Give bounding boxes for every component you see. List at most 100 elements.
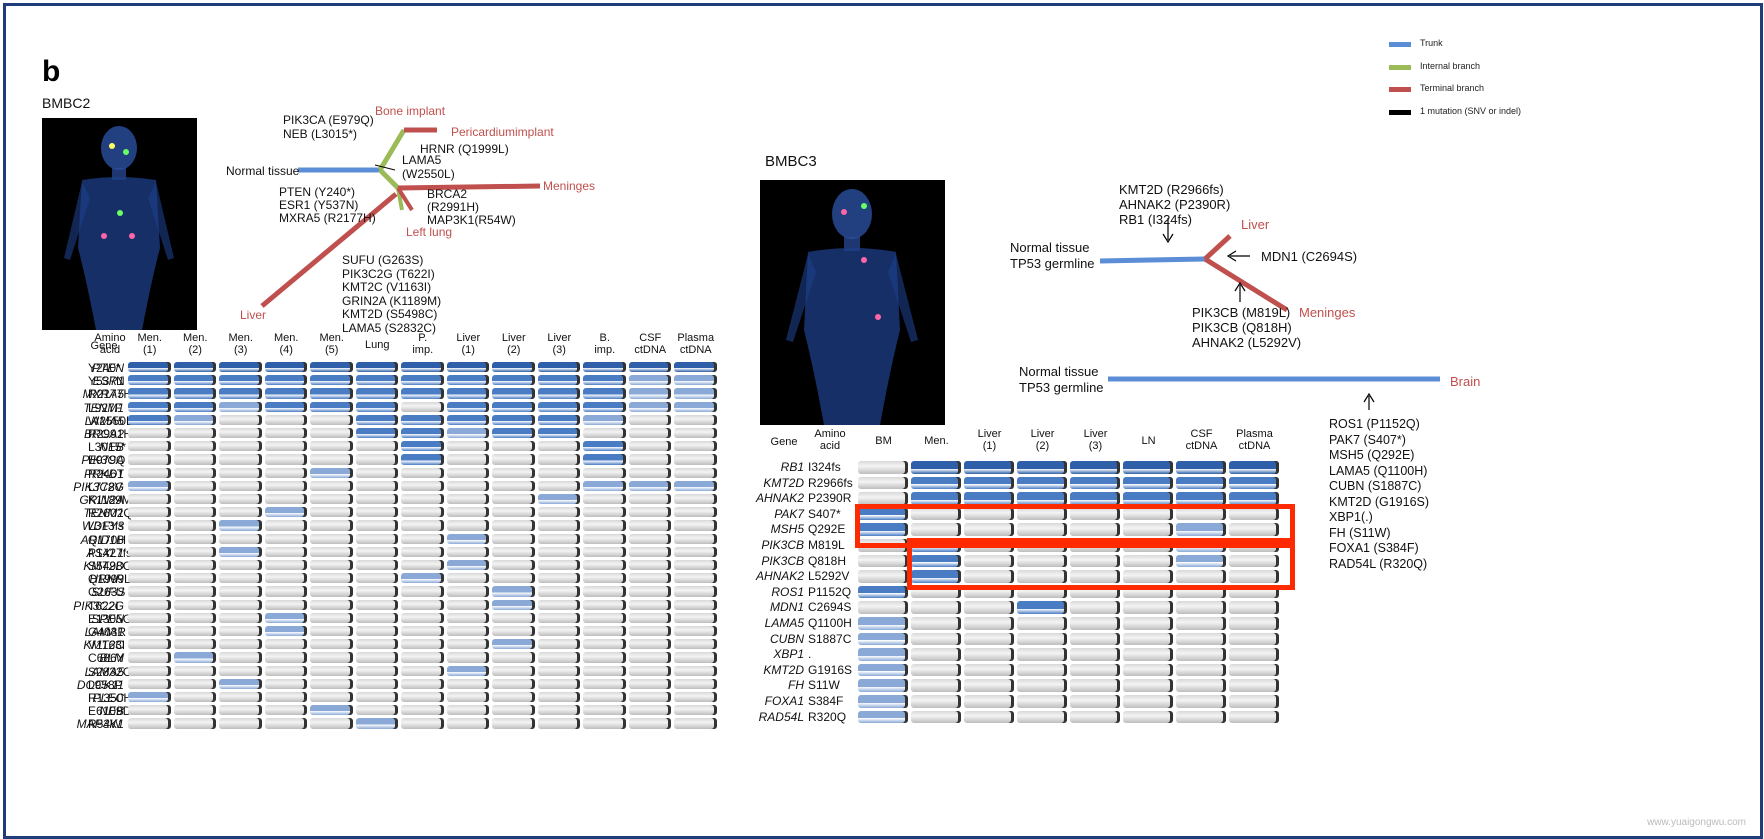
mutation-cell [1176, 461, 1226, 474]
mutation-label: FOXA1 (S384F) [1329, 541, 1419, 555]
mutation-cell [911, 492, 961, 505]
row-amino-acid: R2966fs [808, 475, 853, 490]
column-header: BM [857, 435, 910, 447]
mutation-label: AHNAK2 (L5292V) [1192, 335, 1302, 350]
mutation-cell [1229, 601, 1279, 614]
column-header-line: Men. [924, 435, 949, 447]
mutation-cell [1176, 601, 1226, 614]
mutation-label: CUBN (S1887C) [1329, 479, 1422, 493]
mutation-label: Normal tissue [1019, 364, 1099, 379]
bmbc3-mut-brain: ROS1 (P1152Q) PAK7 (S407*) MSH5 (Q292E) LAM… [1329, 417, 1429, 572]
mutation-cell [911, 663, 961, 677]
row-gene: KMT2D [763, 475, 804, 490]
row-gene: AHNAK2 [755, 569, 804, 584]
mutation-cell [858, 492, 908, 505]
mutation-cell [1176, 679, 1226, 692]
mutation-cell [911, 710, 961, 724]
mutation-cell [858, 648, 908, 661]
row-amino-acid: I324fs [808, 460, 841, 474]
row-gene: RB1 [780, 460, 804, 474]
mutation-cell [911, 476, 961, 490]
mutation-cell [1123, 476, 1173, 490]
bmbc3-normal-label: Normal tissue TP53 germline [1010, 240, 1095, 272]
mutation-cell [964, 617, 1014, 630]
mutation-cell [1176, 476, 1226, 490]
row-amino-acid: C2694S [808, 600, 852, 615]
mutation-cell [1017, 617, 1067, 630]
row-amino-acid: Q818H [808, 553, 847, 568]
mutation-cell [964, 695, 1014, 708]
mutation-cell [1176, 663, 1226, 677]
row-gene: CUBN [769, 631, 804, 646]
bmbc3-normal2-label: Normal tissue TP53 germline [1019, 364, 1104, 396]
mutation-cell [964, 461, 1014, 474]
column-header-line: Liver [1083, 428, 1108, 440]
mutation-cell [1017, 663, 1067, 677]
mutation-cell [858, 632, 908, 646]
mutation-cell [1070, 492, 1120, 505]
amino-acid-header-line: acid [819, 440, 841, 452]
mutation-cell [858, 554, 908, 568]
mutation-cell [1070, 476, 1120, 490]
row-gene: LAMA5 [764, 616, 804, 630]
mutation-cell [1070, 601, 1120, 614]
mutation-cell [1017, 632, 1067, 646]
mutation-cell [1229, 461, 1279, 474]
mutation-cell [1229, 679, 1279, 692]
mutation-cell [1123, 632, 1173, 646]
row-amino-acid: P2390R [808, 491, 852, 506]
mutation-cell [1229, 492, 1279, 505]
column-header-line: (3) [1088, 440, 1103, 452]
mutation-cell [1229, 617, 1279, 630]
column-header-line: BM [875, 435, 892, 447]
mutation-cell [858, 461, 908, 474]
row-gene: PIK3CB [761, 553, 804, 568]
mutation-label: PIK3CB (Q818H) [1192, 320, 1292, 335]
mutation-cell [1229, 663, 1279, 677]
mutation-cell [1070, 679, 1120, 692]
mutation-cell [1017, 461, 1067, 474]
row-amino-acid: M819L [808, 538, 845, 552]
mutation-label: KMT2D (G1916S) [1329, 494, 1430, 509]
mutation-cell [1229, 632, 1279, 646]
mutation-cell [964, 601, 1014, 614]
column-header: Liver (1) [963, 428, 1016, 452]
mutation-cell [964, 476, 1014, 490]
column-header-line: ctDNA [1238, 440, 1271, 452]
mutation-label: KMT2D (R2966fs) [1119, 182, 1224, 197]
mutation-cell [964, 648, 1014, 661]
column-header-line: Liver [1030, 428, 1055, 440]
mutation-cell [911, 648, 961, 661]
mutation-label: Normal tissue [1010, 240, 1090, 255]
mutation-label: ROS1 (P1152Q) [1329, 417, 1420, 431]
mutation-cell [1070, 617, 1120, 630]
bmbc3-brain-label: Brain [1450, 374, 1481, 389]
mutation-cell [911, 679, 961, 692]
mutation-cell [858, 601, 908, 614]
amino-acid-header: Amino acid [808, 428, 852, 452]
row-amino-acid: S407* [808, 506, 841, 521]
mutation-label: TP53 germline [1019, 380, 1104, 395]
mutation-cell [911, 617, 961, 630]
mutation-cell [1070, 648, 1120, 661]
row-gene: RAD54L [758, 709, 804, 724]
row-amino-acid: . [808, 647, 812, 662]
mutation-cell [911, 695, 961, 708]
row-amino-acid: S1887C [808, 631, 852, 646]
mutation-cell [858, 710, 908, 724]
column-header-line: Liver [977, 428, 1002, 440]
amino-acid-header-line: Amino [814, 428, 846, 440]
mutation-cell [1176, 617, 1226, 630]
row-gene: MDN1 [769, 600, 804, 615]
row-amino-acid: S11W [808, 678, 840, 693]
row-gene: FOXA1 [764, 694, 804, 708]
bmbc3-meninges-label: Meninges [1299, 305, 1356, 320]
mutation-cell [858, 570, 908, 583]
mutation-label: FH (S11W) [1329, 525, 1391, 540]
row-gene: AHNAK2 [755, 491, 804, 506]
mutation-cell [1123, 648, 1173, 661]
column-header: CSF ctDNA [1175, 428, 1228, 452]
mutation-cell [1017, 476, 1067, 490]
mutation-cell [964, 663, 1014, 677]
mutation-label: XBP1(.) [1329, 510, 1373, 524]
